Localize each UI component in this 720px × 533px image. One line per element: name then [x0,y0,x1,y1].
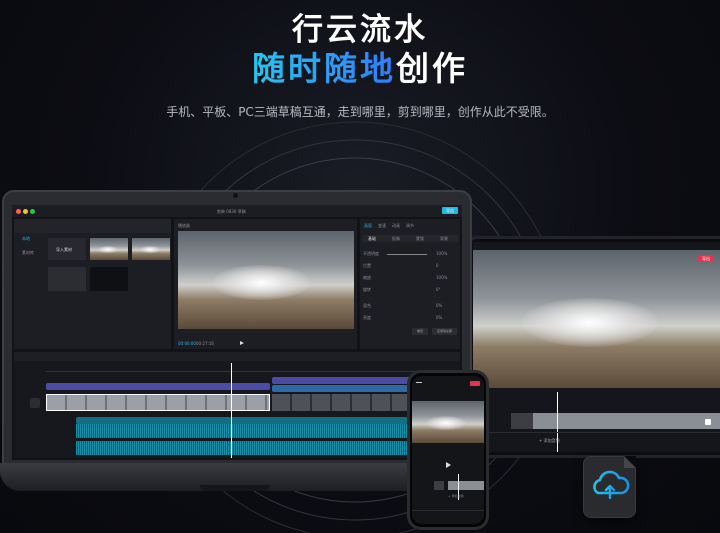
row-label-4: 混合 [363,303,371,308]
phone-play-icon[interactable] [446,462,451,468]
phone-screen: + 添加音频 [412,376,484,524]
media-thumb-2[interactable] [132,238,170,260]
phone-add-audio[interactable]: + 添加音频 [448,494,463,498]
cloud-sync-tile [583,456,636,518]
media-toolbar [14,219,171,233]
phone-cover-thumb[interactable] [434,481,444,490]
tablet-add-audio[interactable]: + 添加音频 [539,438,560,444]
tablet-video-track[interactable] [513,413,720,429]
close-window-icon[interactable] [16,209,21,214]
draft-title: 剪映 0830 草稿 [217,209,246,214]
video-track-2[interactable] [272,394,412,411]
apply-all-button[interactable]: 应用到全部 [432,328,457,335]
phone-export-button[interactable] [470,381,480,386]
phone-close-icon[interactable] [416,382,422,386]
row-value-3[interactable]: 0° [436,287,441,292]
row-value-0[interactable]: 100% [436,251,447,256]
maximize-window-icon[interactable] [30,209,35,214]
laptop-screen: 剪映 0830 草稿 导出 本地 素材库 导入素材 播放器 00:00:00 0… [12,205,462,460]
opacity-slider[interactable] [387,254,427,255]
laptop-title-bar: 剪映 0830 草稿 导出 [12,205,462,217]
row-label-1: 位置 [363,263,371,268]
row-label-2: 缩放 [363,275,371,280]
inspector-tab-1[interactable]: 变速 [378,223,386,229]
subtab-2[interactable]: 蒙版 [416,236,424,242]
text-track-2[interactable] [272,377,412,384]
hero-title-plain: 创作 [396,49,468,88]
tablet-export-button[interactable]: 导出 [698,255,714,262]
minimize-window-icon[interactable] [23,209,28,214]
tablet-add-clip-button[interactable] [705,419,711,425]
subtab-0[interactable]: 基础 [368,236,376,242]
player-video[interactable] [178,231,354,329]
row-value-2[interactable]: 100% [436,275,447,280]
video-track-selected[interactable] [46,394,270,411]
laptop-notch [200,485,270,491]
row-value-4[interactable]: 0% [436,303,442,308]
laptop-camera [233,193,238,198]
current-timecode: 00:00:00 [178,341,196,346]
inspector-tab-2[interactable]: 动画 [392,223,400,229]
hero-title-line2: 随时随地创作 [0,42,720,90]
media-thumb-1[interactable] [90,238,128,260]
tablet-screen: 导出 + 添加音频 [473,242,720,452]
inspector-tab-0[interactable]: 画面 [364,223,372,229]
text-track-1[interactable] [46,383,270,390]
reset-button[interactable]: 重置 [412,328,428,335]
audio-label-track[interactable] [76,417,412,424]
tab-local[interactable]: 本地 [22,236,30,242]
total-timecode: 00:27:16 [196,341,214,346]
tablet-clip-thumb[interactable] [511,413,533,429]
row-value-1[interactable]: 0 [436,263,439,268]
media-thumb-audio[interactable] [90,267,128,291]
timeline-toolbar [14,352,460,361]
row-value-5[interactable]: 0% [436,315,442,320]
timeline-ruler[interactable] [46,368,460,372]
row-label-5: 亮度 [363,315,371,320]
laptop-export-button[interactable]: 导出 [442,207,458,214]
player-label: 播放器 [178,223,190,228]
text-track-3[interactable] [272,385,412,392]
hero-title-highlight: 随时随地 [252,49,396,88]
subtab-3[interactable]: 背景 [440,236,448,242]
timeline-playhead[interactable] [231,363,232,458]
play-icon[interactable] [240,341,244,345]
subtab-1[interactable]: 抠像 [392,236,400,242]
audio-waveform-1[interactable] [76,424,412,438]
cover-button[interactable] [30,398,40,408]
phone-video-preview[interactable] [412,401,484,443]
media-thumb-3[interactable] [48,267,86,291]
row-label-3: 旋转 [363,287,371,292]
inspector-tab-3[interactable]: 调节 [406,223,414,229]
hero-subtitle: 手机、平板、PC三端草稿互通，走到哪里，剪到哪里，创作从此不受限。 [166,105,554,119]
phone-video-track[interactable] [448,481,484,490]
tablet-video-preview[interactable] [473,250,720,388]
audio-waveform-2[interactable] [76,441,412,455]
row-label-0: 不透明度 [363,251,379,256]
import-media-label: 导入素材 [56,247,72,252]
tab-library[interactable]: 素材库 [22,250,34,256]
